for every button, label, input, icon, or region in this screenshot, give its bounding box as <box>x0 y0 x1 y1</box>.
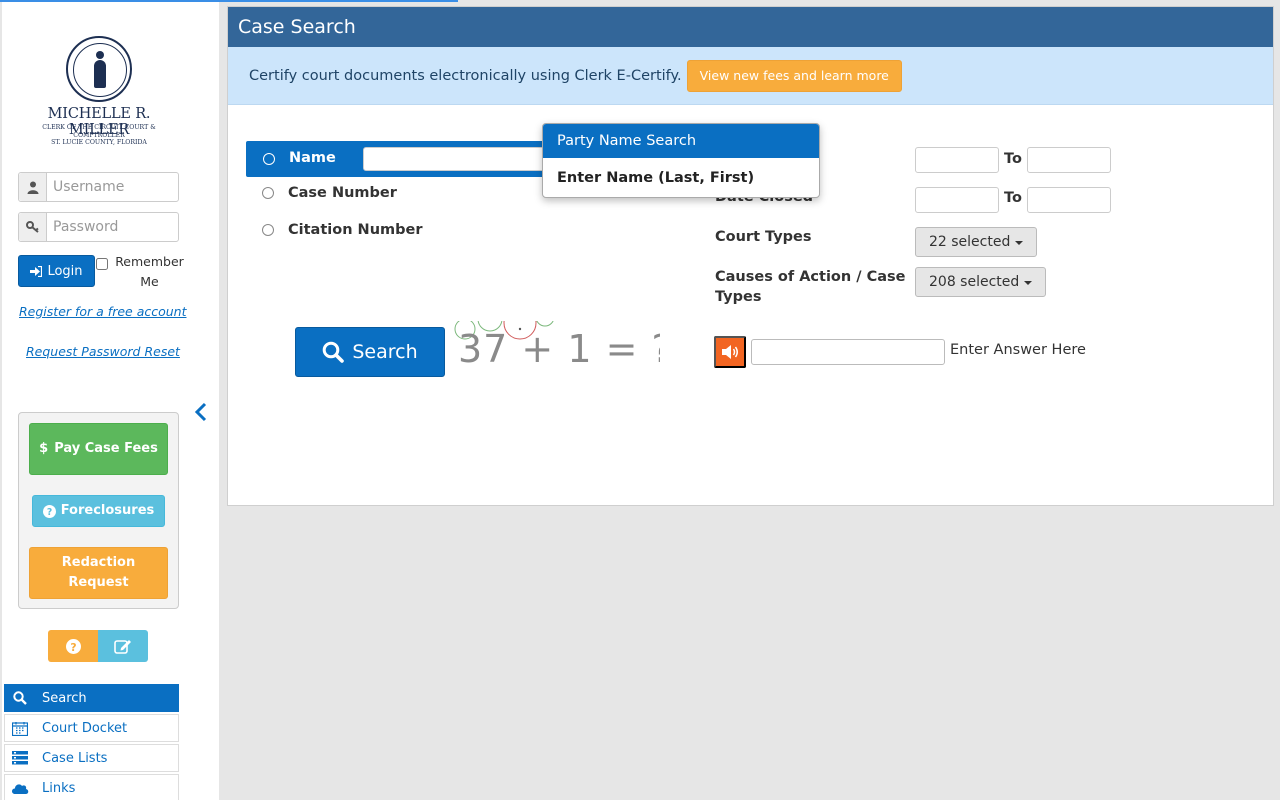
date-closed-from-input[interactable] <box>915 187 999 213</box>
question-circle-icon: ? <box>42 504 56 518</box>
quick-actions-panel: $ Pay Case Fees ? Foreclosures Redaction … <box>18 412 179 609</box>
nav-item-case-lists[interactable]: Case Lists <box>4 744 179 772</box>
captcha-answer-input[interactable] <box>751 339 945 365</box>
help-buttons: ? <box>48 630 148 662</box>
case-number-label: Case Number <box>288 185 397 201</box>
sidebar: MICHELLE R. MILLER CLERK OF THE CIRCUIT … <box>0 0 219 800</box>
court-types-select[interactable]: 22 selected <box>915 227 1038 257</box>
captcha-audio-button[interactable] <box>714 336 746 368</box>
view-fees-button[interactable]: View new fees and learn more <box>686 59 902 92</box>
redaction-request-button[interactable]: Redaction Request <box>29 547 168 599</box>
captcha-text: 37 + 1 = ? <box>458 327 660 371</box>
search-icon <box>323 341 345 363</box>
chevron-left-icon[interactable] <box>192 402 210 422</box>
sign-in-icon <box>30 265 43 277</box>
date-closed-to-label: To <box>1004 190 1022 206</box>
name-radio[interactable] <box>263 153 275 165</box>
edit-icon <box>114 640 131 654</box>
cloud-icon <box>6 782 34 794</box>
nav-item-search[interactable]: Search <box>4 684 179 712</box>
party-name-dropdown: Party Name Search Enter Name (Last, Firs… <box>542 123 820 198</box>
remember-me[interactable]: Remember Me <box>96 252 186 292</box>
login-button[interactable]: Login <box>18 255 95 287</box>
nav-menu: Search Court Docket Case Lists Links <box>4 684 179 800</box>
ecertify-alert: Certify court documents electronically u… <box>228 47 1273 105</box>
captcha-answer-label: Enter Answer Here <box>950 342 1086 358</box>
search-button[interactable]: Search <box>295 327 445 377</box>
page-load-progress <box>0 0 458 2</box>
svg-text:?: ? <box>47 507 52 518</box>
citation-number-radio[interactable] <box>262 224 274 236</box>
date-filed-to-label: To <box>1004 151 1022 167</box>
login-label: Login <box>47 263 83 279</box>
key-icon <box>19 213 47 241</box>
name-radio-label: Name <box>289 150 336 166</box>
help-button[interactable]: ? <box>48 630 98 662</box>
logo-subtitle: CLERK OF THE CIRCUIT COURT & COMPTROLLER… <box>42 124 156 146</box>
dropdown-header[interactable]: Party Name Search <box>543 124 819 158</box>
feedback-button[interactable] <box>98 630 148 662</box>
search-icon <box>6 691 34 705</box>
citation-number-label: Citation Number <box>288 222 423 238</box>
name-input[interactable] <box>363 147 551 171</box>
nav-item-links[interactable]: Links <box>4 774 179 800</box>
caret-down-icon <box>1015 241 1024 245</box>
case-search-panel: Case Search Certify court documents elec… <box>227 6 1274 506</box>
causes-of-action-label: Causes of Action / Case Types <box>715 269 906 305</box>
caret-down-icon <box>1024 281 1033 285</box>
name-search-option[interactable]: Name <box>246 141 551 177</box>
password-group <box>18 212 179 242</box>
nav-item-court-docket[interactable]: Court Docket <box>4 714 179 742</box>
date-filed-from-input[interactable] <box>915 147 999 173</box>
pay-case-fees-button[interactable]: $ Pay Case Fees <box>29 423 168 475</box>
volume-icon <box>722 345 738 359</box>
date-filed-to-input[interactable] <box>1027 147 1111 173</box>
dropdown-hint[interactable]: Enter Name (Last, First) <box>543 158 819 197</box>
case-number-option[interactable]: Case Number <box>262 183 397 203</box>
svg-text:?: ? <box>70 640 76 653</box>
date-closed-to-input[interactable] <box>1027 187 1111 213</box>
question-circle-icon: ? <box>65 638 81 654</box>
password-reset-link[interactable]: Request Password Reset <box>26 344 180 359</box>
user-icon <box>19 173 47 201</box>
username-input[interactable] <box>47 173 178 201</box>
username-group <box>18 172 179 202</box>
remember-me-label: Remember Me <box>115 254 184 289</box>
clerk-logo: MICHELLE R. MILLER CLERK OF THE CIRCUIT … <box>18 36 180 146</box>
court-seal-icon <box>66 36 132 102</box>
remember-me-checkbox[interactable] <box>96 258 108 270</box>
citation-number-option[interactable]: Citation Number <box>262 220 423 240</box>
page-title: Case Search <box>228 7 1273 47</box>
password-input[interactable] <box>47 213 178 241</box>
calendar-icon <box>6 721 34 736</box>
alert-text: Certify court documents electronically u… <box>249 67 682 84</box>
case-number-radio[interactable] <box>262 187 274 199</box>
register-link[interactable]: Register for a free account <box>19 304 187 319</box>
foreclosures-button[interactable]: ? Foreclosures <box>32 495 165 527</box>
case-types-select[interactable]: 208 selected <box>915 267 1047 297</box>
list-icon <box>6 751 34 765</box>
captcha-image: 37 + 1 = ? <box>450 321 660 377</box>
dollar-icon: $ <box>39 441 49 456</box>
court-types-label: Court Types <box>715 229 812 245</box>
